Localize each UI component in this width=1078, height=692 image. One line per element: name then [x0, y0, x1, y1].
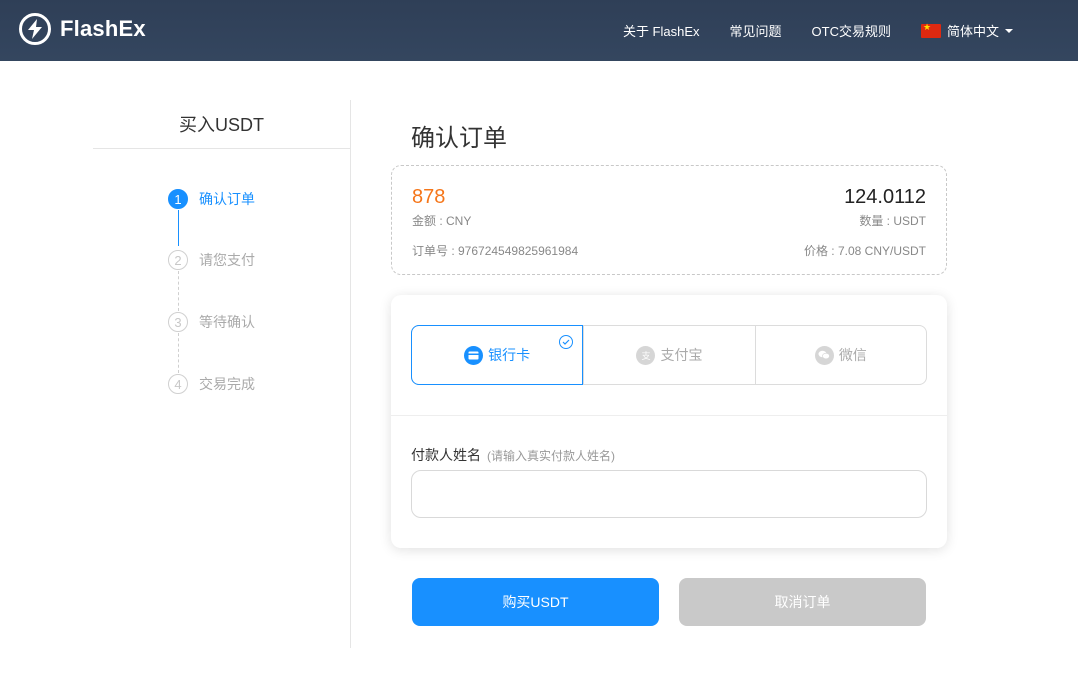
order-summary: 878 金额 : CNY 124.0112 数量 : USDT 订单号 : 97…: [391, 165, 947, 275]
step-label: 确认订单: [199, 191, 255, 207]
step-number: 1: [168, 189, 188, 209]
alipay-icon: 支: [636, 345, 656, 365]
divider: [391, 415, 947, 416]
payer-name-input[interactable]: [411, 470, 927, 518]
steps-sidebar: 买入USDT 1 确认订单 2 请您支付 3 等待确认 4 交易完成: [93, 100, 351, 648]
order-quantity: 124.0112: [844, 186, 926, 208]
svg-text:支: 支: [642, 350, 651, 361]
step-number: 2: [168, 250, 188, 270]
top-header: FlashEx 关于 FlashEx 常见问题 OTC交易规则 简体中文: [0, 0, 1078, 61]
step-number: 4: [168, 374, 188, 394]
step-wait-confirm: 3 等待确认: [168, 312, 255, 332]
caret-down-icon: [1005, 28, 1013, 33]
payer-name-title: 付款人姓名: [411, 447, 481, 463]
nav-otc-rules[interactable]: OTC交易规则: [812, 21, 891, 40]
top-nav: 关于 FlashEx 常见问题 OTC交易规则 简体中文: [593, 0, 1013, 61]
quantity-label: 数量 : USDT: [859, 214, 926, 228]
step-connector: [178, 333, 179, 373]
lightning-icon: [19, 13, 51, 45]
bank-card-icon: [464, 345, 484, 365]
method-alipay[interactable]: 支 支付宝: [583, 326, 754, 384]
method-label: 支付宝: [660, 347, 703, 363]
step-number: 3: [168, 312, 188, 332]
nav-faq[interactable]: 常见问题: [730, 21, 782, 40]
method-bank-card[interactable]: 银行卡: [411, 325, 584, 385]
order-price: 价格 : 7.08 CNY/USDT: [803, 244, 926, 258]
check-icon: [559, 335, 574, 349]
payment-card: 银行卡 支 支付宝 微信 付款人姓名 (请输入真实付款人姓名): [391, 295, 947, 548]
payer-name-hint: (请输入真实付款人姓名): [487, 449, 615, 463]
step-complete: 4 交易完成: [168, 374, 255, 394]
wechat-icon: [814, 345, 834, 365]
cancel-order-button[interactable]: 取消订单: [679, 578, 926, 626]
method-label: 银行卡: [488, 347, 531, 363]
step-connector: [178, 271, 179, 311]
step-connector: [178, 210, 179, 246]
method-wechat[interactable]: 微信: [754, 326, 926, 384]
payment-methods: 银行卡 支 支付宝 微信: [411, 325, 927, 385]
step-pay: 2 请您支付: [168, 250, 255, 270]
buy-usdt-button[interactable]: 购买USDT: [412, 578, 659, 626]
step-confirm-order: 1 确认订单: [168, 189, 255, 209]
china-flag-icon: [920, 22, 941, 38]
language-label: 简体中文: [946, 24, 999, 39]
step-label: 交易完成: [199, 376, 255, 392]
page-title: 确认订单: [411, 125, 507, 152]
payer-name-label: 付款人姓名 (请输入真实付款人姓名): [411, 445, 615, 465]
order-amount: 878: [412, 186, 446, 208]
step-label: 请您支付: [199, 252, 255, 268]
brand-logo[interactable]: FlashEx: [19, 13, 146, 45]
step-label: 等待确认: [199, 314, 255, 330]
sidebar-title: 买入USDT: [93, 100, 350, 149]
order-number: 订单号 : 976724549825961984: [412, 244, 579, 258]
amount-label: 金额 : CNY: [412, 214, 472, 228]
nav-about[interactable]: 关于 FlashEx: [623, 21, 700, 40]
language-selector[interactable]: 简体中文: [920, 21, 1013, 40]
brand-name: FlashEx: [60, 16, 146, 41]
method-label: 微信: [838, 347, 867, 363]
